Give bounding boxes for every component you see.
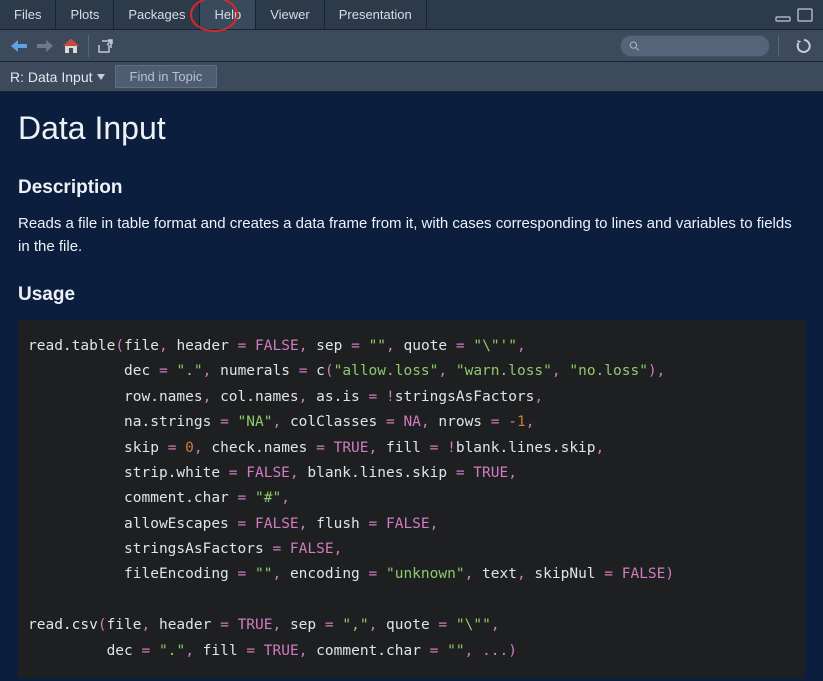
- forward-button[interactable]: [36, 39, 54, 53]
- help-content-scroll[interactable]: Data Input Description Reads a file in t…: [0, 92, 823, 681]
- chevron-down-icon: [97, 74, 105, 80]
- tab-help[interactable]: Help: [200, 0, 256, 29]
- search-icon: [629, 40, 640, 52]
- tab-packages[interactable]: Packages: [114, 0, 200, 29]
- tab-presentation[interactable]: Presentation: [325, 0, 427, 29]
- search-box[interactable]: [620, 35, 770, 57]
- toolbar-separator: [88, 35, 89, 57]
- toolbar-separator: [778, 35, 779, 57]
- description-heading: Description: [18, 177, 805, 199]
- search-input[interactable]: [644, 39, 761, 53]
- pane-tabs: FilesPlotsPackagesHelpViewerPresentation: [0, 0, 823, 30]
- breadcrumb-text: R: Data Input: [10, 69, 93, 85]
- help-subbar: R: Data Input Find in Topic: [0, 62, 823, 92]
- minimize-pane-icon[interactable]: [775, 8, 791, 22]
- refresh-button[interactable]: [795, 37, 813, 55]
- help-toolbar: [0, 30, 823, 62]
- page-title: Data Input: [18, 110, 805, 147]
- tab-files[interactable]: Files: [0, 0, 56, 29]
- tab-plots[interactable]: Plots: [56, 0, 114, 29]
- window-controls: [775, 0, 823, 29]
- help-content: Data Input Description Reads a file in t…: [0, 92, 823, 681]
- find-in-topic-button[interactable]: Find in Topic: [115, 65, 218, 88]
- breadcrumb[interactable]: R: Data Input: [10, 69, 105, 85]
- usage-code: read.table(file, header = FALSE, sep = "…: [18, 320, 805, 678]
- popout-icon[interactable]: [97, 39, 113, 53]
- usage-heading: Usage: [18, 284, 805, 306]
- maximize-pane-icon[interactable]: [797, 8, 813, 22]
- home-button[interactable]: [62, 38, 80, 54]
- back-button[interactable]: [10, 39, 28, 53]
- tab-viewer[interactable]: Viewer: [256, 0, 325, 29]
- description-text: Reads a file in table format and creates…: [18, 213, 805, 258]
